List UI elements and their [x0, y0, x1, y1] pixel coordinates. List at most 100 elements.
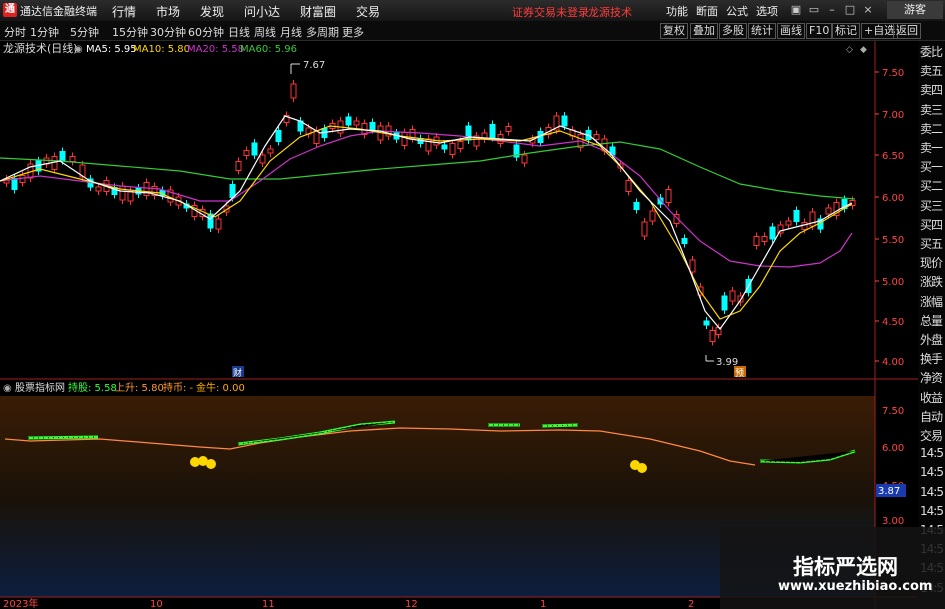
- menu-section[interactable]: 断面: [696, 3, 718, 19]
- candle-body: [489, 124, 496, 138]
- candle-body: [369, 122, 376, 130]
- sub-current-value: 3.87: [878, 486, 900, 497]
- menu-quotes[interactable]: 行情: [112, 3, 136, 20]
- ma60-label: MA60: 5.96: [240, 44, 297, 55]
- period-60min[interactable]: 60分钟: [188, 24, 224, 40]
- side-panel-item: 卖二: [920, 121, 943, 136]
- price-tick: 5.00: [882, 277, 904, 288]
- side-panel-item: 14:5: [920, 503, 944, 518]
- period-multi[interactable]: 多周期: [306, 24, 339, 40]
- candle-body: [505, 126, 512, 132]
- kline-chart[interactable]: 龙源技术(日线) ◉ MA5: 5.95 MA10: 5.80 MA20: 5.…: [0, 41, 918, 609]
- candle-body: [633, 202, 640, 210]
- candle-body: [95, 186, 102, 192]
- close-icon[interactable]: ×: [861, 3, 875, 17]
- period-week[interactable]: 周线: [254, 24, 276, 40]
- candle-body: [345, 116, 352, 126]
- menu-wealth[interactable]: 财富圈: [300, 3, 336, 20]
- candle-body: [641, 221, 648, 237]
- ma5-label: MA5: 5.95: [86, 44, 137, 55]
- side-panel-item: 换手: [920, 352, 943, 367]
- side-panel-item: 卖一: [920, 141, 943, 155]
- candle-body: [235, 161, 242, 171]
- menu-discover[interactable]: 发现: [200, 3, 224, 20]
- quote-side-panel: 委比 卖五 卖四 卖三 卖二 卖一 买一 买二 买三 买四 买五 现价 涨跌 涨幅 总量 外盘 换手 净资 收益 自动…: [918, 41, 945, 609]
- high-price-label: 7.67: [303, 60, 325, 71]
- app-logo-icon: 通: [3, 3, 17, 17]
- side-panel-item: 总量: [920, 313, 943, 328]
- price-tick: 7.50: [882, 68, 904, 79]
- menu-options[interactable]: 选项: [756, 3, 778, 19]
- candle-body: [689, 259, 696, 273]
- side-panel-item: 涨跌: [920, 275, 943, 290]
- draw-button[interactable]: 画线: [777, 23, 805, 39]
- side-panel-item: 自动: [920, 409, 943, 424]
- period-day[interactable]: 日线: [228, 24, 250, 40]
- candle-body: [777, 224, 784, 234]
- side-panel-item: 卖三: [920, 102, 943, 117]
- smiley-icon: [206, 459, 216, 469]
- candle-body: [657, 197, 664, 205]
- candle-body: [267, 148, 274, 154]
- side-panel-item: 卖四: [920, 83, 943, 98]
- period-more[interactable]: 更多: [342, 24, 364, 40]
- candle-body: [449, 143, 456, 155]
- side-panel-item: 14:5: [920, 446, 944, 461]
- side-panel-item: 外盘: [920, 333, 943, 347]
- multi-stock-button[interactable]: 多股: [719, 23, 747, 39]
- candle-body: [251, 142, 258, 156]
- side-panel-item: 买五: [920, 237, 943, 251]
- period-month[interactable]: 月线: [280, 24, 302, 40]
- date-tick: 2: [688, 599, 694, 609]
- candle-body: [143, 182, 150, 196]
- smiley-icon: [637, 463, 647, 473]
- minimize-icon[interactable]: –: [825, 3, 839, 17]
- candle-body: [649, 210, 656, 222]
- candle-body: [127, 190, 134, 202]
- maximize-icon[interactable]: □: [843, 3, 857, 17]
- f10-button[interactable]: F10: [806, 23, 833, 39]
- sub-tick: 7.50: [882, 406, 904, 417]
- ma-toggle-icon[interactable]: ◉: [74, 44, 83, 55]
- period-30min[interactable]: 30分钟: [150, 24, 186, 40]
- side-panel-item: 净资: [920, 371, 943, 386]
- price-tick: 6.00: [882, 193, 904, 204]
- price-tick: 4.50: [882, 317, 904, 328]
- stats-button[interactable]: 统计: [748, 23, 776, 39]
- period-15min[interactable]: 15分钟: [112, 24, 148, 40]
- candle-body: [59, 151, 66, 161]
- menu-market[interactable]: 市场: [156, 3, 180, 20]
- side-panel-item: 交易: [920, 429, 943, 443]
- period-1min[interactable]: 1分钟: [30, 24, 59, 40]
- skin-icon[interactable]: ▣: [789, 3, 803, 17]
- guest-button[interactable]: 游客: [887, 1, 943, 19]
- period-5min[interactable]: 5分钟: [70, 24, 99, 40]
- toolbar: 分时 1分钟 5分钟 15分钟 30分钟 60分钟 日线 周线 月线 多周期 更…: [0, 21, 945, 41]
- mark-button[interactable]: 标记: [832, 23, 860, 39]
- menu-formula[interactable]: 公式: [726, 3, 748, 19]
- candle-body: [561, 115, 568, 127]
- side-panel-item: 14:5: [920, 484, 944, 499]
- side-panel-item: 买三: [920, 198, 943, 213]
- restore-icon[interactable]: ▭: [807, 3, 821, 17]
- ma10-label: MA10: 5.80: [133, 44, 190, 55]
- menu-ask[interactable]: 问小达: [244, 3, 280, 20]
- candle-body: [825, 207, 832, 215]
- candle-body: [785, 220, 792, 226]
- menu-trade[interactable]: 交易: [356, 3, 380, 20]
- overlay-button[interactable]: 叠加: [690, 23, 718, 39]
- menu-function[interactable]: 功能: [666, 3, 688, 19]
- back-button[interactable]: 返回: [893, 23, 921, 39]
- period-tick[interactable]: 分时: [4, 24, 26, 40]
- app-title: 通达信金融终端: [20, 5, 97, 18]
- adjust-button[interactable]: 复权: [660, 23, 688, 39]
- side-panel-item: 14:5: [920, 465, 944, 480]
- sub-tick: 3.00: [882, 516, 904, 527]
- sub-toggle-icon[interactable]: ◉: [3, 383, 12, 394]
- pin-icon[interactable]: ◇: [846, 45, 853, 55]
- date-tick: 1: [540, 599, 546, 609]
- side-panel-item: 买一: [920, 160, 943, 175]
- expand-icon[interactable]: ◆: [860, 45, 867, 55]
- login-notice[interactable]: 证券交易未登录: [512, 4, 589, 20]
- hold-label: 持股: 5.58: [68, 381, 117, 394]
